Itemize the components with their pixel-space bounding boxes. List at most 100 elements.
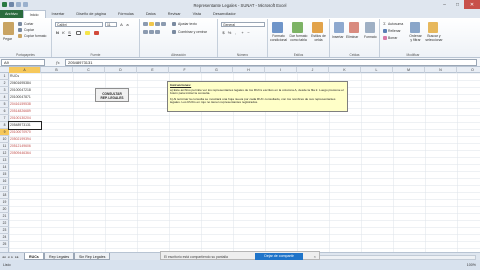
tab-file[interactable]: Archivo — [0, 10, 23, 18]
formula-input[interactable]: 20548973131 — [65, 59, 477, 66]
bold-icon[interactable]: N — [55, 30, 60, 35]
sheet-tab-sin-rep-legales[interactable]: Sin Rep Legales — [74, 253, 111, 260]
sort-filter-button[interactable]: Ordenar y filtrar — [408, 34, 423, 42]
copy-button[interactable]: Copiar — [24, 28, 34, 32]
minimize-icon[interactable]: – — [438, 0, 451, 9]
maximize-icon[interactable]: □ — [451, 0, 464, 9]
clear-icon[interactable] — [383, 36, 387, 40]
find-select-button[interactable]: Buscar y seleccionar — [425, 34, 443, 42]
last-sheet-icon[interactable]: ▸▸ — [15, 255, 19, 259]
sort-filter-icon[interactable] — [410, 22, 420, 33]
tab-page-layout[interactable]: Diseño de página — [70, 10, 112, 18]
row-header-2[interactable]: 2 — [0, 80, 9, 87]
cut-icon[interactable] — [18, 22, 22, 26]
row-header-7[interactable]: 7 — [0, 115, 9, 122]
consult-macro-button[interactable]: CONSULTAR REP. LEGALES — [95, 88, 129, 102]
fill-color-icon[interactable] — [85, 31, 90, 35]
row-header-16[interactable]: 16 — [0, 178, 9, 185]
merge-center-icon[interactable] — [172, 30, 176, 34]
conditional-format-icon[interactable] — [272, 22, 283, 33]
grow-font-icon[interactable]: A — [119, 22, 124, 27]
wrap-text-button[interactable]: Ajustar texto — [178, 22, 197, 26]
fill-button[interactable]: Rellenar — [388, 29, 401, 33]
font-color-icon[interactable] — [94, 31, 99, 35]
decrease-decimal-icon[interactable]: − — [246, 30, 251, 35]
merge-center-button[interactable]: Combinar y centrar — [178, 30, 207, 34]
row-header-23[interactable]: 23 — [0, 227, 9, 234]
delete-cells-icon[interactable] — [349, 22, 359, 33]
increase-decimal-icon[interactable]: + — [240, 30, 245, 35]
row-header-6[interactable]: 6 — [0, 108, 9, 115]
font-size-select[interactable]: 11 — [105, 22, 117, 27]
comma-style-icon[interactable]: , — [233, 30, 238, 35]
ruc-cell[interactable]: 20100047218 — [9, 87, 41, 94]
ruc-cell[interactable]: 20416159538 — [9, 101, 41, 108]
autosum-icon[interactable]: Σ — [382, 21, 387, 26]
format-painter-icon[interactable] — [18, 34, 22, 38]
row-header-19[interactable]: 19 — [0, 199, 9, 206]
align-center-icon[interactable] — [149, 30, 154, 34]
row-header-25[interactable]: 25 — [0, 241, 9, 248]
insert-function-icon[interactable]: fx — [56, 60, 60, 65]
currency-icon[interactable]: $ — [221, 30, 226, 35]
paste-icon[interactable] — [3, 22, 14, 35]
row-header-18[interactable]: 18 — [0, 192, 9, 199]
tab-review[interactable]: Revisar — [162, 10, 187, 18]
row-header-12[interactable]: 12 — [0, 150, 9, 157]
first-sheet-icon[interactable]: ◂◂ — [2, 255, 6, 259]
ruc-cell[interactable]: 20514826689 — [9, 108, 41, 115]
orientation-icon[interactable] — [161, 22, 166, 26]
row-header-17[interactable]: 17 — [0, 185, 9, 192]
sheet-tab-rucs[interactable]: RUCs — [24, 253, 44, 260]
align-bottom-icon[interactable] — [155, 22, 160, 26]
tab-formulas[interactable]: Fórmulas — [112, 10, 140, 18]
row-header-24[interactable]: 24 — [0, 234, 9, 241]
cells-area[interactable]: RUCs 20601695384 20100047218 20100047871 204… — [8, 73, 480, 252]
ruc-cell[interactable]: 20548973131 — [8, 121, 42, 130]
shrink-font-icon[interactable]: a — [125, 22, 130, 27]
ruc-cell[interactable]: 20100070970 — [9, 129, 41, 136]
stop-sharing-button[interactable]: Dejar de compartir — [255, 253, 303, 260]
copy-icon[interactable] — [18, 28, 22, 32]
row-header-14[interactable]: 14 — [0, 164, 9, 171]
format-table-button[interactable]: Dar formato como tabla — [289, 34, 308, 42]
cell-styles-icon[interactable] — [312, 22, 323, 33]
find-select-icon[interactable] — [428, 22, 438, 33]
tab-developer[interactable]: Desarrollador — [207, 10, 242, 18]
ruc-cell[interactable]: 20512149606 — [9, 143, 41, 150]
align-right-icon[interactable] — [155, 30, 160, 34]
sheet-tab-rep-legales[interactable]: Rep Legales — [44, 253, 75, 260]
row-header-8[interactable]: 8 — [0, 122, 9, 129]
insert-cells-button[interactable]: Insertar — [332, 35, 344, 39]
name-box[interactable]: A9 — [1, 59, 45, 66]
format-table-icon[interactable] — [292, 22, 303, 33]
ruc-cell[interactable]: 20509446364 — [9, 150, 41, 157]
prev-sheet-icon[interactable]: ◂ — [8, 255, 10, 259]
ruc-cell[interactable]: 20100130204 — [9, 115, 41, 122]
row-header-22[interactable]: 22 — [0, 220, 9, 227]
autosum-button[interactable]: Autosuma — [388, 22, 403, 26]
fill-icon[interactable] — [383, 29, 387, 33]
insert-cells-icon[interactable] — [334, 22, 344, 33]
align-top-icon[interactable] — [143, 22, 148, 26]
align-left-icon[interactable] — [143, 30, 148, 34]
tab-insert[interactable]: Insertar — [46, 10, 71, 18]
row-header-9[interactable]: 9 — [0, 129, 9, 136]
tab-view[interactable]: Vista — [187, 10, 207, 18]
row-header-1[interactable]: 1 — [0, 73, 9, 80]
font-name-select[interactable]: Calibri — [55, 22, 103, 27]
number-format-select[interactable]: General — [221, 22, 265, 27]
row-header-11[interactable]: 11 — [0, 143, 9, 150]
format-cells-icon[interactable] — [365, 22, 375, 33]
row-header-4[interactable]: 4 — [0, 94, 9, 101]
format-cells-button[interactable]: Formato — [364, 35, 377, 39]
row-header-20[interactable]: 20 — [0, 206, 9, 213]
close-icon[interactable]: ✕ — [464, 0, 480, 9]
percent-icon[interactable]: % — [227, 30, 232, 35]
format-painter-button[interactable]: Copiar formato — [24, 34, 46, 38]
cell-styles-button[interactable]: Estilos de celda — [309, 34, 328, 42]
ruc-cell[interactable]: 20502199394 — [9, 136, 41, 143]
cut-button[interactable]: Cortar — [24, 22, 33, 26]
row-header-21[interactable]: 21 — [0, 213, 9, 220]
wrap-text-icon[interactable] — [172, 22, 176, 26]
